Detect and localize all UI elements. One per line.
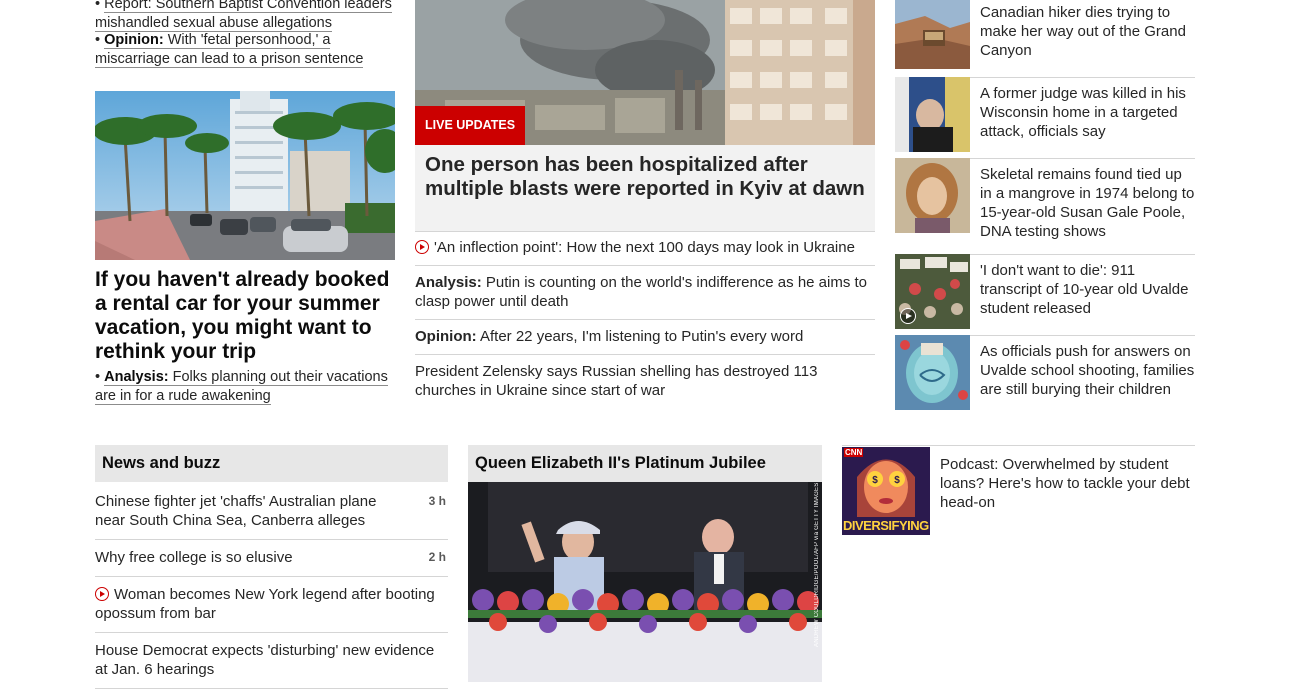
related-links: 'An inflection point': How the next 100 …	[415, 231, 875, 408]
side-story[interactable]: As officials push for answers on Uvalde …	[895, 335, 1195, 416]
side-story[interactable]: Canadian hiker dies trying to make her w…	[895, 0, 1195, 78]
bullet-item[interactable]: • Opinion: With 'fetal personhood,' a mi…	[95, 31, 395, 69]
bullet-link[interactable]: Analysis: Folks planning out their vacat…	[95, 369, 388, 405]
side-story[interactable]: A former judge was killed in his Wiscons…	[895, 77, 1195, 159]
bullet-item[interactable]: • Report: Southern Baptist Convention le…	[95, 0, 395, 33]
side-story-text[interactable]: As officials push for answers on Uvalde …	[980, 335, 1195, 410]
side-story[interactable]: 'I don't want to die': 911 transcript of…	[895, 254, 1195, 336]
list-item-text: Why free college is so elusive	[95, 549, 293, 566]
related-text: President Zelensky says Russian shelling…	[415, 363, 818, 399]
podcast-promo[interactable]: $ $ CNN DIVERSIFYING Podcast: Overwhelme…	[842, 445, 1195, 535]
news-and-buzz-title[interactable]: News and buzz	[95, 445, 448, 482]
news-and-buzz: News and buzz Chinese fighter jet 'chaff…	[95, 445, 448, 689]
opinion-prefix: Opinion:	[415, 328, 477, 345]
play-icon	[900, 308, 916, 324]
related-row[interactable]: Opinion: After 22 years, I'm listening t…	[415, 320, 875, 355]
portrait-photo[interactable]	[895, 158, 970, 233]
kyiv-smoke-photo[interactable]: LIVE UPDATES	[415, 0, 875, 145]
bullet-link[interactable]: Report: Southern Baptist Convention lead…	[95, 0, 392, 32]
canyon-photo[interactable]	[895, 0, 970, 69]
related-text: 'An inflection point': How the next 100 …	[434, 239, 855, 256]
podcast-text[interactable]: Podcast: Overwhelmed by student loans? H…	[940, 447, 1195, 535]
svg-text:$: $	[872, 475, 878, 486]
miami-street-photo[interactable]	[95, 91, 395, 260]
related-row[interactable]: 'An inflection point': How the next 100 …	[415, 231, 875, 266]
play-icon	[95, 587, 109, 601]
jubilee-module: Queen Elizabeth II's Platinum Jubilee AN…	[468, 445, 822, 682]
list-item-text: Chinese fighter jet 'chaffs' Australian …	[95, 493, 377, 529]
jubilee-title[interactable]: Queen Elizabeth II's Platinum Jubilee	[468, 445, 822, 482]
podcast-cover[interactable]: $ $ CNN DIVERSIFYING	[842, 447, 930, 535]
podcast-show-title: DIVERSIFYING	[843, 518, 929, 533]
cnn-logo: CNN	[844, 448, 864, 457]
related-row[interactable]: President Zelensky says Russian shelling…	[415, 355, 875, 408]
judge-photo[interactable]	[895, 77, 970, 152]
side-story-text[interactable]: A former judge was killed in his Wiscons…	[980, 77, 1195, 152]
vigil-photo[interactable]	[895, 254, 970, 329]
list-item-text: Woman becomes New York legend after boot…	[95, 586, 435, 622]
svg-text:$: $	[894, 475, 900, 486]
list-item[interactable]: Woman becomes New York legend after boot…	[95, 577, 448, 633]
live-updates-badge[interactable]: LIVE UPDATES	[415, 106, 526, 145]
play-icon	[415, 240, 429, 254]
side-story-text[interactable]: 'I don't want to die': 911 transcript of…	[980, 254, 1195, 329]
memorial-photo[interactable]	[895, 335, 970, 410]
side-story-text[interactable]: Skeletal remains found tied up in a mang…	[980, 158, 1195, 248]
live-headline[interactable]: One person has been hospitalized after m…	[415, 145, 875, 201]
timestamp: 2 h	[428, 550, 446, 564]
jubilee-balcony-photo[interactable]: ANDREW COULDRIDGE/POOL/AFP via GETTY IMA…	[468, 482, 822, 682]
related-text: Putin is counting on the world's indiffe…	[415, 274, 868, 310]
list-item[interactable]: Why free college is so elusive 2 h	[95, 540, 448, 577]
live-headline-box[interactable]: One person has been hospitalized after m…	[415, 145, 875, 232]
related-text: After 22 years, I'm listening to Putin's…	[480, 328, 804, 345]
timestamp: 3 h	[428, 494, 446, 508]
opinion-prefix: Opinion:	[104, 32, 164, 48]
analysis-prefix: Analysis:	[415, 274, 482, 291]
main-headline[interactable]: If you haven't already booked a rental c…	[95, 268, 395, 364]
photo-credit: ANDREW COULDRIDGE/POOL/AFP via GETTY IMA…	[814, 482, 820, 647]
list-item[interactable]: Chinese fighter jet 'chaffs' Australian …	[95, 484, 448, 540]
side-story-text[interactable]: Canadian hiker dies trying to make her w…	[980, 0, 1195, 71]
bullet-item[interactable]: • Analysis: Folks planning out their vac…	[95, 368, 395, 406]
related-row[interactable]: Analysis: Putin is counting on the world…	[415, 266, 875, 320]
bullet-link[interactable]: Opinion: With 'fetal personhood,' a misc…	[95, 32, 364, 68]
main-story[interactable]: If you haven't already booked a rental c…	[95, 268, 395, 364]
list-item-text: House Democrat expects 'disturbing' new …	[95, 642, 435, 678]
analysis-prefix: Analysis:	[104, 369, 169, 385]
side-story[interactable]: Skeletal remains found tied up in a mang…	[895, 158, 1195, 255]
